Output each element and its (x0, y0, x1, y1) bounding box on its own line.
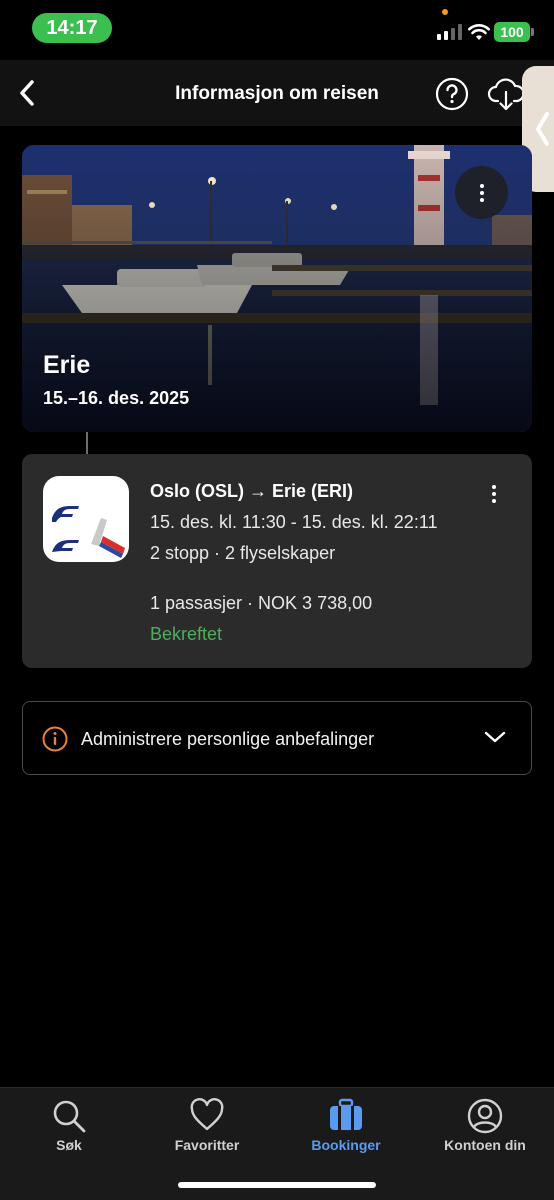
flight-options-button[interactable] (484, 479, 504, 509)
suitcase-icon (330, 1098, 362, 1130)
nav-search-label: Søk (56, 1137, 82, 1153)
status-bar: 14:17 100 (0, 0, 554, 56)
airline-logo (43, 476, 129, 562)
nav-favorites[interactable]: Favoritter (138, 1088, 276, 1168)
more-vertical-icon (492, 485, 496, 503)
page-title: Informasjon om reisen (175, 83, 379, 104)
home-indicator (178, 1182, 376, 1188)
nav-search[interactable]: Søk (0, 1088, 138, 1168)
privacy-indicator-dot (442, 9, 448, 15)
flight-route: Oslo (OSL) → Erie (ERI) (150, 481, 354, 501)
booking-status: Bekreftet (150, 624, 223, 644)
flight-stops: 2 stopp · 2 flyselskaper (150, 543, 336, 563)
trip-dates: 15.–16. des. 2025 (43, 388, 190, 408)
nav-bookings[interactable]: Bookinger (277, 1088, 415, 1168)
help-icon[interactable] (435, 77, 469, 111)
nav-bookings-label: Bookinger (311, 1137, 381, 1153)
chevron-left-icon (536, 112, 549, 146)
nav-account[interactable]: Kontoen din (416, 1088, 554, 1168)
timeline-connector (86, 432, 88, 454)
info-icon (42, 726, 68, 752)
more-vertical-icon (479, 183, 484, 202)
heart-icon (190, 1098, 224, 1131)
manage-recommendations-accordion[interactable]: Administrere personlige anbefalinger (22, 701, 532, 775)
manage-recommendations-label: Administrere personlige anbefalinger (81, 729, 375, 749)
trip-destination: Erie (43, 351, 91, 379)
flight-times: 15. des. kl. 11:30 - 15. des. kl. 22:11 (150, 512, 438, 532)
nav-favorites-label: Favoritter (174, 1137, 240, 1153)
trip-hero-card[interactable]: Erie 15.–16. des. 2025 (22, 145, 532, 432)
wifi-icon (468, 24, 490, 40)
flight-booking-card[interactable]: Oslo (OSL) → Erie (ERI) 15. des. kl. 11:… (22, 454, 532, 668)
battery-icon: 100 (494, 22, 534, 42)
trip-options-button[interactable] (455, 166, 508, 219)
cloud-download-icon[interactable] (487, 76, 525, 112)
status-time: 14:17 (32, 13, 112, 43)
search-icon (53, 1100, 86, 1133)
nav-account-label: Kontoen din (444, 1137, 526, 1153)
top-app-bar: Informasjon om reisen (0, 60, 554, 126)
account-icon (467, 1098, 503, 1134)
signal-icon (437, 24, 462, 40)
chevron-down-icon (484, 731, 506, 743)
flight-price: 1 passasjer · NOK 3 738,00 (150, 593, 373, 613)
